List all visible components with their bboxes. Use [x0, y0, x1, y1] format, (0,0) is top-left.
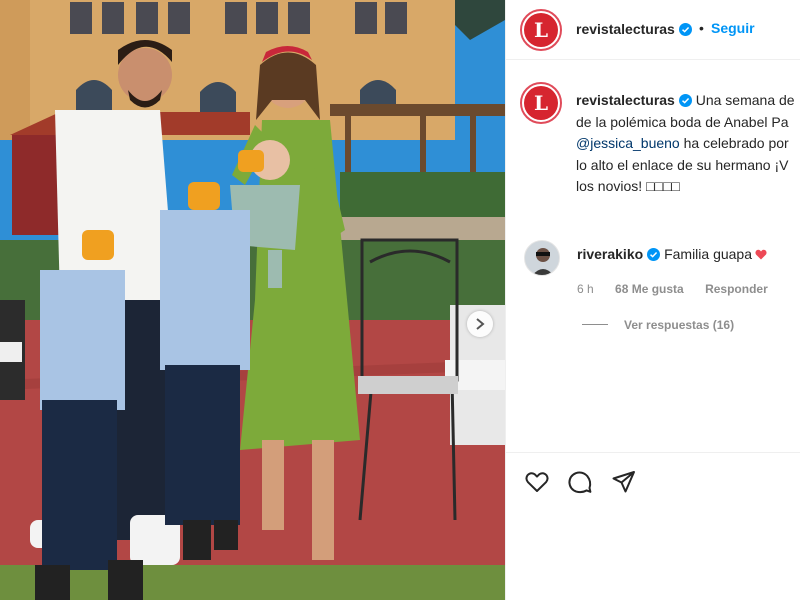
logo-letter: L	[524, 86, 558, 120]
post-header: L revistalecturas • Seguir	[506, 0, 800, 60]
commenter-username[interactable]: riverakiko	[577, 246, 643, 262]
caption-line-1: Una semana de	[695, 92, 795, 108]
logo-letter: L	[524, 13, 558, 47]
family-photo-illustration	[0, 0, 505, 600]
reply-button[interactable]: Responder	[705, 282, 768, 296]
comment-button[interactable]	[567, 469, 593, 495]
comment-likes-count[interactable]: 68 Me gusta	[615, 282, 684, 296]
comment-body: riverakiko Familia guapa	[577, 246, 767, 262]
comment-meta: 6 h 68 Me gusta Responder	[577, 282, 786, 296]
paper-plane-icon	[612, 471, 635, 493]
verified-badge-icon	[678, 23, 692, 36]
comment-text: Familia guapa	[664, 246, 752, 262]
separator-dot: •	[699, 20, 704, 36]
red-heart-emoji-icon	[755, 249, 767, 260]
comment-bubble-icon	[568, 471, 592, 494]
caption-author-avatar[interactable]: L	[520, 82, 562, 124]
commenter-photo	[525, 241, 559, 275]
view-replies-label: Ver respuestas (16)	[624, 318, 735, 332]
verified-badge-icon	[678, 94, 692, 107]
post-photo[interactable]	[0, 0, 505, 600]
share-button[interactable]	[611, 469, 637, 495]
author-username-text: revistalecturas	[576, 21, 675, 37]
replies-divider-line	[582, 324, 608, 325]
verified-badge-icon	[647, 248, 661, 261]
caption-text: revistalecturas Una semana de de la polé…	[576, 90, 800, 198]
emoji-sticker	[238, 150, 264, 172]
caption-mention[interactable]: @jessica_bueno	[576, 135, 680, 151]
caption-line-3: ha celebrado por	[679, 135, 789, 151]
post-side-panel: L revistalecturas • Seguir L revistalect…	[505, 0, 800, 600]
emoji-sticker	[82, 230, 114, 260]
commenter-avatar[interactable]	[524, 240, 560, 276]
chevron-right-icon	[476, 318, 485, 330]
follow-button[interactable]: Seguir	[711, 20, 755, 36]
like-button[interactable]	[524, 469, 550, 495]
post-actions-bar	[506, 452, 800, 600]
caption-line-5: los novios! □□□□	[576, 178, 680, 194]
heart-outline-icon	[525, 472, 549, 492]
view-replies-button[interactable]: Ver respuestas (16)	[582, 318, 734, 332]
caption-line-2: de la polémica boda de Anabel Pa	[576, 113, 789, 130]
author-username[interactable]: revistalecturas	[576, 21, 692, 37]
next-photo-button[interactable]	[467, 311, 493, 337]
caption-line-4: lo alto el enlace de su hermano ¡V	[576, 156, 789, 173]
caption-username[interactable]: revistalecturas	[576, 92, 675, 108]
author-avatar[interactable]: L	[520, 9, 562, 51]
emoji-sticker	[188, 182, 220, 210]
comment-time[interactable]: 6 h	[577, 282, 594, 296]
